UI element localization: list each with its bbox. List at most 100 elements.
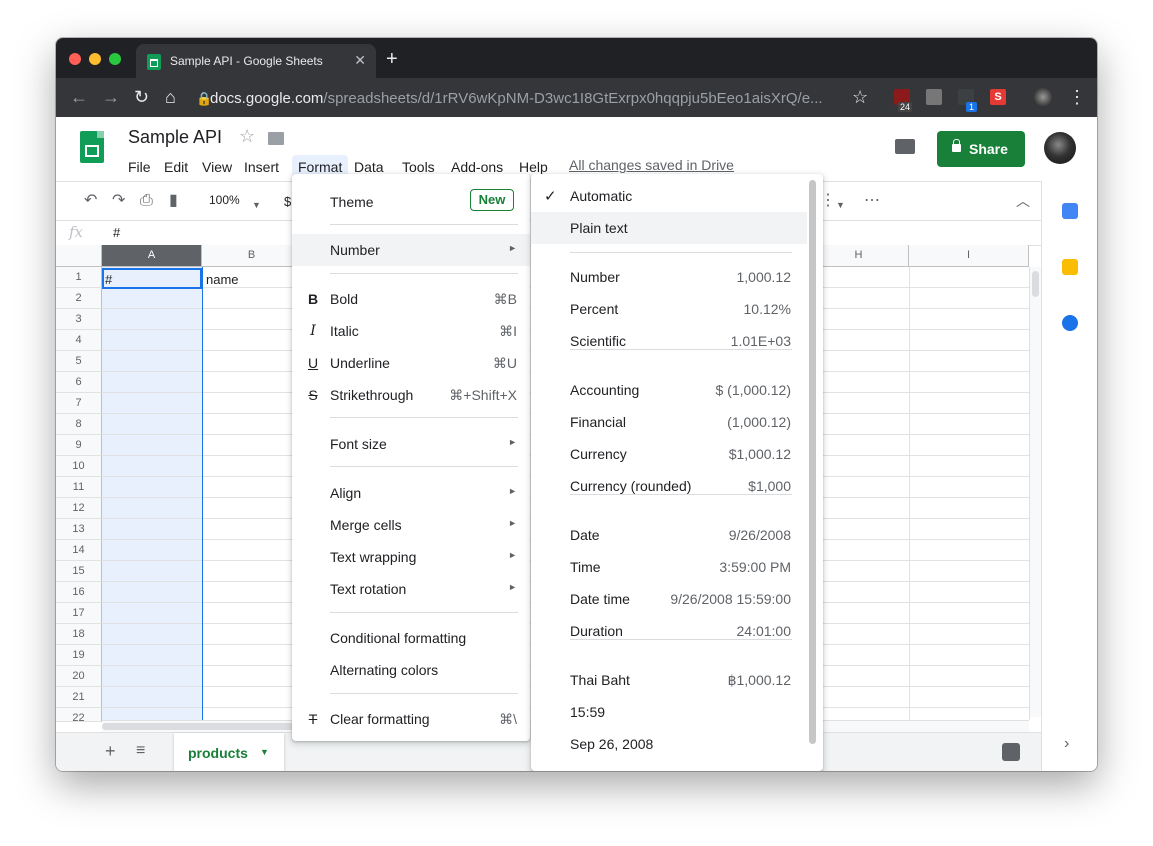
home-icon[interactable]: ⌂ <box>165 87 176 107</box>
address-bar[interactable]: docs.google.com/spreadsheets/d/1rRV6wKpN… <box>210 90 823 107</box>
row-header[interactable]: 1 <box>56 267 102 288</box>
row-header[interactable]: 19 <box>56 645 102 666</box>
menu-item-font-size[interactable]: Font size ► <box>292 428 530 460</box>
menu-item-align[interactable]: Align ► <box>292 477 530 509</box>
row-header[interactable]: 16 <box>56 582 102 603</box>
reload-icon[interactable]: ↻ <box>134 87 149 107</box>
row-header[interactable]: 2 <box>56 288 102 309</box>
number-option[interactable]: Sep 26, 2008 <box>531 728 807 760</box>
menu-item-alternating-colors[interactable]: Alternating colors <box>292 654 530 686</box>
number-option[interactable]: Time 3:59:00 PM <box>531 551 807 583</box>
menu-view[interactable]: View <box>196 155 238 179</box>
formula-input[interactable]: # <box>113 225 120 240</box>
comment-icon[interactable] <box>895 139 915 154</box>
row-header[interactable]: 3 <box>56 309 102 330</box>
menu-item-merge-cells[interactable]: Merge cells ► <box>292 509 530 541</box>
cell-a1[interactable]: # <box>105 272 112 287</box>
number-option[interactable]: Scientific 1.01E+03 <box>531 325 807 357</box>
sheet-tab-dropdown-icon[interactable]: ▼ <box>260 747 269 757</box>
h-scrollbar-thumb[interactable] <box>102 723 302 730</box>
row-header[interactable]: 7 <box>56 393 102 414</box>
minimize-window-button[interactable] <box>89 53 101 65</box>
share-button[interactable]: Share <box>937 131 1025 167</box>
collapse-menu-icon[interactable]: ︿ <box>1016 192 1030 210</box>
row-header[interactable]: 6 <box>56 372 102 393</box>
menu-item-strikethrough[interactable]: S Strikethrough ⌘+Shift+X <box>292 379 530 411</box>
row-header[interactable]: 14 <box>56 540 102 561</box>
row-header[interactable]: 11 <box>56 477 102 498</box>
row-header[interactable]: 20 <box>56 666 102 687</box>
number-option-plain-text[interactable]: Plain text <box>531 212 807 244</box>
print-icon[interactable]: ⎙ <box>140 192 153 210</box>
account-avatar[interactable] <box>1044 132 1076 164</box>
selected-cell-a1[interactable] <box>102 268 202 289</box>
number-option[interactable]: Accounting $ (1,000.12) <box>531 374 807 406</box>
number-option[interactable]: Percent 10.12% <box>531 293 807 325</box>
menu-item-text-wrapping[interactable]: Text wrapping ► <box>292 541 530 573</box>
new-tab-button[interactable]: + <box>386 49 398 69</box>
number-option[interactable]: Date 9/26/2008 <box>531 519 807 551</box>
scrollbar-thumb[interactable] <box>1032 271 1039 297</box>
redo-icon[interactable]: ↷ <box>112 192 125 210</box>
folder-icon[interactable] <box>268 132 284 145</box>
row-header[interactable]: 21 <box>56 687 102 708</box>
calendar-icon[interactable] <box>1062 203 1078 219</box>
column-header-b[interactable]: B <box>202 245 302 267</box>
browser-menu-icon[interactable]: ⋮ <box>1068 87 1086 107</box>
sheet-tab-products[interactable]: products ▼ <box>174 733 284 771</box>
document-title[interactable]: Sample API <box>128 127 222 148</box>
explore-icon[interactable] <box>1002 743 1020 761</box>
number-option[interactable]: Financial (1,000.12) <box>531 406 807 438</box>
cell-b1[interactable]: name <box>206 272 239 287</box>
sheets-logo-icon[interactable] <box>80 131 104 163</box>
tasks-icon[interactable] <box>1062 315 1078 331</box>
back-icon[interactable]: ← <box>70 87 88 107</box>
profile-avatar[interactable] <box>1033 87 1053 107</box>
menu-item-italic[interactable]: I Italic ⌘I <box>292 315 530 347</box>
browser-tab[interactable]: Sample API - Google Sheets ✕ <box>136 44 376 78</box>
number-option[interactable]: Currency $1,000.12 <box>531 438 807 470</box>
maximize-window-button[interactable] <box>109 53 121 65</box>
row-header[interactable]: 12 <box>56 498 102 519</box>
close-tab-icon[interactable]: ✕ <box>354 52 366 69</box>
undo-icon[interactable]: ↶ <box>84 192 97 210</box>
row-header[interactable]: 4 <box>56 330 102 351</box>
menu-file[interactable]: File <box>122 155 157 179</box>
menu-edit[interactable]: Edit <box>158 155 194 179</box>
vertical-align-dropdown-icon[interactable]: ▼ <box>836 196 845 214</box>
expand-panel-icon[interactable]: › <box>1064 735 1069 753</box>
number-option[interactable]: Duration 24:01:00 <box>531 615 807 647</box>
devtools-extension-icon[interactable] <box>926 89 942 105</box>
submenu-scrollbar[interactable] <box>809 180 816 744</box>
column-header-a[interactable]: A <box>102 245 202 267</box>
all-sheets-icon[interactable]: ≡ <box>136 742 145 760</box>
zoom-dropdown-icon[interactable]: ▼ <box>252 196 261 214</box>
menu-item-text-rotation[interactable]: Text rotation ► <box>292 573 530 605</box>
number-option-automatic[interactable]: ✓ Automatic <box>531 180 807 212</box>
menu-item-bold[interactable]: B Bold ⌘B <box>292 283 530 315</box>
forward-icon[interactable]: → <box>102 87 120 107</box>
row-header[interactable]: 9 <box>56 435 102 456</box>
row-header[interactable]: 18 <box>56 624 102 645</box>
star-icon[interactable]: ☆ <box>239 126 255 147</box>
add-sheet-icon[interactable]: + <box>105 741 116 762</box>
currency-format-button[interactable]: $ <box>284 193 291 211</box>
row-header[interactable]: 15 <box>56 561 102 582</box>
keep-icon[interactable] <box>1062 259 1078 275</box>
menu-item-number[interactable]: Number ► <box>292 234 530 266</box>
save-status[interactable]: All changes saved in Drive <box>569 157 734 173</box>
menu-item-underline[interactable]: U Underline ⌘U <box>292 347 530 379</box>
column-header-h[interactable]: H <box>809 245 909 267</box>
number-option[interactable]: 15:59 <box>531 696 807 728</box>
row-header[interactable]: 10 <box>56 456 102 477</box>
row-header[interactable]: 22 <box>56 708 102 724</box>
paint-format-icon[interactable]: ▮ <box>169 192 178 210</box>
bookmark-star-icon[interactable]: ☆ <box>852 87 868 107</box>
menu-item-theme[interactable]: Theme New <box>292 186 530 218</box>
zoom-select[interactable]: 100% <box>209 193 240 207</box>
number-option[interactable]: Thai Baht ฿1,000.12 <box>531 664 807 696</box>
menu-item-clear-formatting[interactable]: T Clear formatting ⌘\ <box>292 703 530 735</box>
number-option[interactable]: Date time 9/26/2008 15:59:00 <box>531 583 807 615</box>
row-header[interactable]: 17 <box>56 603 102 624</box>
number-option[interactable]: Currency (rounded) $1,000 <box>531 470 807 502</box>
